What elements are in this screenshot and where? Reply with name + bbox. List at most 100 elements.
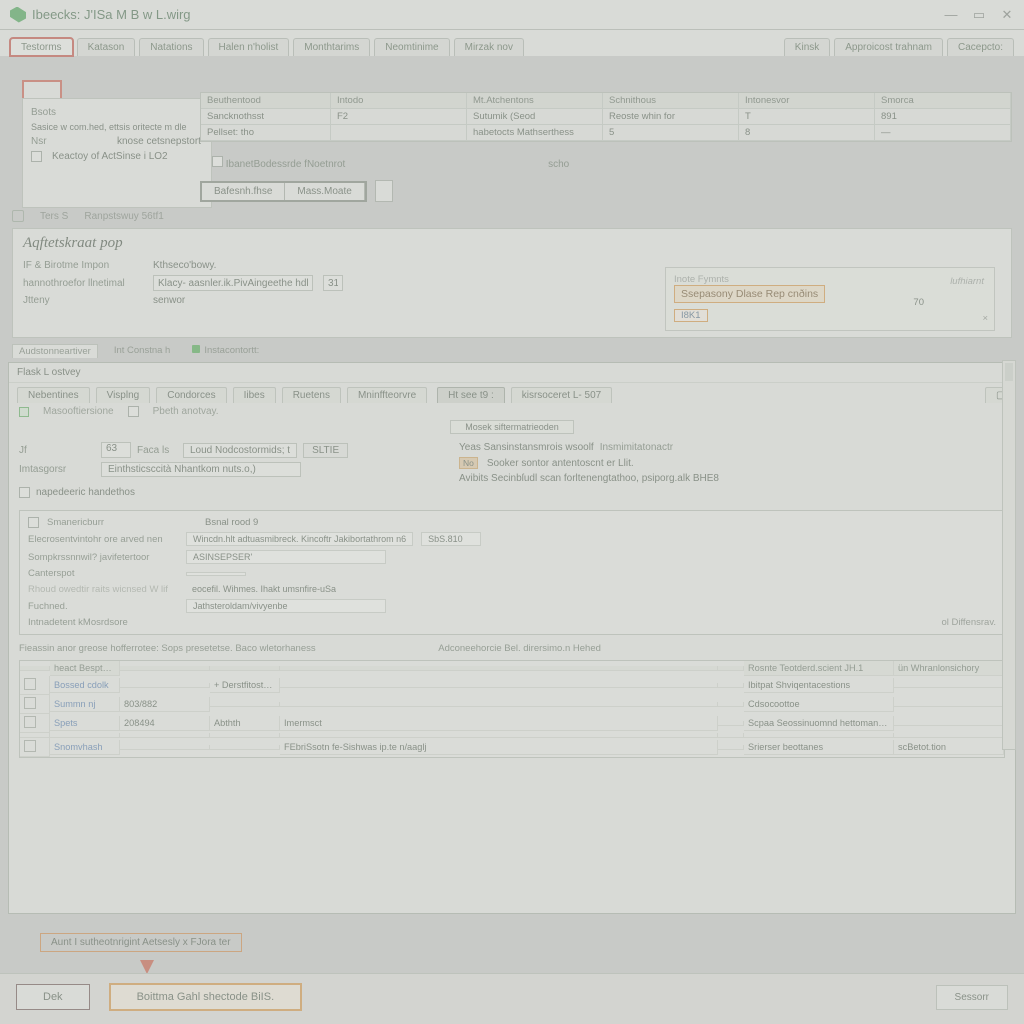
subtab-2[interactable]: Int Constna h	[108, 344, 177, 358]
dl-path[interactable]: Einthsticsccità Nhantkom nuts.o,)	[101, 462, 301, 477]
p3k: Canterspot	[28, 568, 178, 579]
highlight-card: Inote Fymnts Ssepasony Dlase Rep cnðins …	[665, 267, 995, 331]
refresh-button[interactable]: Bafesnh.fhse	[202, 183, 285, 200]
hg-r2c3: 5	[603, 125, 739, 141]
dl-chk1-icon[interactable]	[19, 487, 30, 498]
tab-cacepcto[interactable]: Cacepcto:	[947, 38, 1014, 56]
dr-line3: Avibits Secinbſudl scan forltenengtathoo…	[459, 473, 719, 484]
hg-r2c1[interactable]	[331, 125, 467, 141]
tab-approve[interactable]: Approicost trahnam	[834, 38, 943, 56]
subtab-1[interactable]: Audstonneartiver	[12, 344, 98, 358]
tab-month[interactable]: Monthtarims	[293, 38, 370, 56]
tab-halen[interactable]: Halen n'holist	[208, 38, 290, 56]
tab-natations[interactable]: Natations	[139, 38, 203, 56]
hlcard-title[interactable]: Ssepasony Dlase Rep cnðins	[674, 285, 825, 303]
note-a: Fieassin anor greose hofferrotee: Sops p…	[19, 643, 316, 654]
dettab-4[interactable]: Ruetens	[282, 387, 341, 403]
app-logo-icon	[10, 7, 26, 23]
adj-r2-num[interactable]	[323, 275, 343, 291]
hl-check-icon[interactable]	[31, 151, 42, 162]
hg-r2c0: Pellset: tho	[201, 125, 331, 141]
p2v[interactable]: ASINSEPSER'	[186, 550, 386, 564]
dettab-1[interactable]: Visplng	[96, 387, 151, 403]
r1c1[interactable]: Summn nj	[50, 697, 120, 712]
adj-r2-input[interactable]	[153, 275, 313, 291]
ok-button[interactable]: Dek	[16, 984, 90, 1010]
pb-sel[interactable]: Bsnal rood 9	[205, 517, 258, 528]
r4c7: scBetot.tion	[894, 740, 1004, 755]
results-table: heact Bespthmorsnus Rosnte Teotderd.scie…	[19, 660, 1005, 758]
mass-mode-button[interactable]: Mass.Moate	[285, 183, 364, 200]
r4c4: FEbriSsotn fe-Sishwas ip.te n/aaglj	[280, 740, 718, 755]
hl-line1-lbl: Bsots	[31, 107, 107, 118]
window-max-icon[interactable]: ▭	[972, 7, 986, 23]
hlcard-close-icon[interactable]: ×	[982, 313, 988, 324]
rh1[interactable]: heact Bespthmorsnus	[50, 661, 120, 676]
r0c5	[718, 683, 744, 688]
r0c1[interactable]: Bossed cdolk	[50, 678, 120, 693]
r0-ico[interactable]	[24, 678, 36, 690]
r2c1[interactable]: Spets	[50, 716, 120, 731]
subtab-3[interactable]: Instacontortt:	[186, 344, 265, 358]
hg-r1c1[interactable]: F2	[331, 109, 467, 125]
band-extra-icon[interactable]	[375, 180, 393, 202]
r4c6: Srierser beottanes	[744, 740, 894, 755]
arrow-down-icon	[140, 960, 154, 974]
adj-r2-lbl: hannothroefor llnetimal	[23, 278, 143, 289]
secondary-button[interactable]: Sessorr	[936, 985, 1008, 1010]
primary-action-button[interactable]: Boittma Gahl shectode BiIS.	[110, 984, 302, 1010]
dl-id-val[interactable]: 63	[101, 442, 131, 458]
p1e[interactable]: SbS.810	[421, 532, 481, 546]
dettab-3[interactable]: Iibes	[233, 387, 276, 403]
p5v[interactable]: Jathsteroldam/vivyenbe	[186, 599, 386, 613]
r2c7	[894, 721, 1004, 726]
window-close-icon[interactable]: ✕	[1000, 7, 1014, 23]
dl-chk1: napedeeric handethos	[36, 487, 135, 498]
detail-region: Flask L ostvey Nebentines Visplng Condor…	[8, 362, 1016, 914]
hl-line2-lbl: Nsr	[31, 136, 107, 147]
hl-line3-val: Keactoy of ActSinse i LO2	[52, 151, 168, 162]
hg-c1: Intodo	[331, 93, 467, 109]
dl-sel[interactable]: Loud Nodcostormids; t	[183, 443, 297, 458]
detsub-check2-icon[interactable]	[128, 406, 139, 417]
r4-ico[interactable]	[24, 740, 36, 752]
tab-testorms[interactable]: Testorms	[10, 38, 73, 56]
detail-tabs: Nebentines Visplng Condorces Iibes Ruete…	[9, 383, 1015, 403]
band-check-icon[interactable]	[212, 156, 223, 167]
pb-chk-icon[interactable]	[28, 517, 39, 528]
rh6[interactable]: Rosnte Teotderd.scient JH.1	[744, 661, 894, 676]
scrollbar-vertical[interactable]	[1002, 360, 1016, 750]
dettab-2[interactable]: Condorces	[156, 387, 226, 403]
tab-mirzak[interactable]: Mirzak nov	[454, 38, 524, 56]
r3c3	[210, 733, 280, 738]
r1-ico[interactable]	[24, 697, 36, 709]
rh2	[120, 666, 210, 671]
dettab-6[interactable]: Ht see t9 :	[437, 387, 505, 403]
detsub-check-icon[interactable]	[19, 407, 29, 417]
band-label-text: IbanetBodessrde fNoetnrot	[226, 159, 346, 170]
tab-kinsk[interactable]: Kinsk	[784, 38, 830, 56]
det-small-button[interactable]: Mosek siftermatrieoden	[450, 420, 574, 434]
window-min-icon[interactable]: —	[944, 7, 958, 23]
tab-neom[interactable]: Neomtinime	[374, 38, 449, 56]
r3c5	[718, 733, 744, 738]
adjustment-title: Aqftetskraat pop	[23, 235, 1001, 252]
rh7[interactable]: ün Whranlonsichory	[894, 661, 1004, 676]
dettab-0[interactable]: Nebentines	[17, 387, 90, 403]
hlcard-index[interactable]: I8K1	[674, 309, 708, 322]
window-title: Ibeecks: J'ISa M B w L.wirg	[32, 7, 191, 22]
dettab-7[interactable]: kisrsoceret L- 507	[511, 387, 612, 403]
dl-sel-btn[interactable]: SLTIE	[303, 443, 348, 458]
r0c3: + Derstfitostscal	[210, 678, 280, 693]
dettab-5[interactable]: Mninffteorvre	[347, 387, 427, 403]
r2-ico[interactable]	[24, 716, 36, 728]
r3c1	[50, 733, 120, 738]
r3c6	[744, 733, 894, 738]
r2c3: Abthth	[210, 716, 280, 731]
hg-c4: Intonesvor	[739, 93, 875, 109]
p1v[interactable]: Wincdn.hlt adtuasmibreck. Kincoftr Jakib…	[186, 532, 413, 546]
tab-katason[interactable]: Katason	[77, 38, 136, 56]
p3v[interactable]	[186, 572, 246, 576]
r4c1[interactable]: Snomvhash	[50, 740, 120, 755]
detsub-b: Pbeth anotvay.	[153, 406, 219, 417]
